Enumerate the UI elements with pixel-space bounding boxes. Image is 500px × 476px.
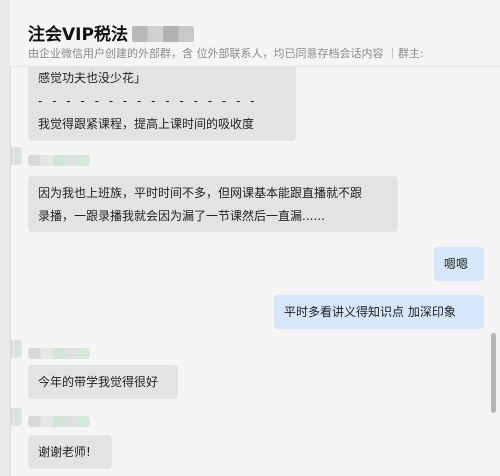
sender-avatar-redacted <box>10 408 22 426</box>
group-subtitle: 由企业微信用户创建的外部群，含 位外部联系人，均已同意存档会话内容 ｜群主: <box>28 45 424 61</box>
message-line: 录播，一跟录播我就会因为漏了一节课然后一直漏...... <box>38 209 325 223</box>
sender-name-redacted <box>28 155 90 166</box>
message-line: 今年的带学我觉得很好 <box>38 375 159 389</box>
redacted-title-suffix <box>131 26 194 42</box>
message-line: - - - - - - - - - - - - - - - - <box>38 94 258 108</box>
message-bubble[interactable]: 嗯嗯 <box>434 247 484 281</box>
message-line: 因为我也上班族，平时时间不多，但网课基本能跟直播就不跟 <box>38 186 363 200</box>
message-line: 平时多看讲义得知识点 加深印象 <box>284 305 456 319</box>
sender-avatar-redacted <box>10 147 22 165</box>
message-bubble[interactable]: 谢谢老师! <box>28 435 112 469</box>
scrollbar-thumb[interactable] <box>491 333 496 413</box>
message-line: 我觉得跟紧课程，提高上课时间的吸收度 <box>38 117 255 131</box>
sender-avatar-redacted <box>10 340 22 358</box>
message-bubble[interactable]: 平时多看讲义得知识点 加深印象 <box>274 295 484 329</box>
scrollbar-track[interactable] <box>490 67 496 476</box>
sender-name-redacted <box>28 416 90 427</box>
message-bubble[interactable]: 因为我也上班族，平时时间不多，但网课基本能跟直播就不跟 录播，一跟录播我就会因为… <box>28 176 398 232</box>
message-line: 感觉功夫也没少花」 <box>38 71 147 85</box>
message-line: 谢谢老师! <box>38 445 91 459</box>
chat-header: 注会VIP税法 由企业微信用户创建的外部群，含 位外部联系人，均已同意存档会话内… <box>10 0 500 67</box>
message-bubble[interactable]: 今年的带学我觉得很好 <box>28 365 178 399</box>
message-line: 嗯嗯 <box>444 257 469 271</box>
group-title-text: 注会VIP税法 <box>28 25 128 45</box>
group-title: 注会VIP税法 <box>28 20 194 45</box>
group-subtitle-text: 由企业微信用户创建的外部群，含 位外部联系人，均已同意存档会话内容 ｜群主: <box>28 47 424 60</box>
sender-name-redacted <box>28 348 90 359</box>
message-bubble[interactable]: 感觉功夫也没少花」 - - - - - - - - - - - - - - - … <box>28 67 296 141</box>
message-list[interactable]: 感觉功夫也没少花」 - - - - - - - - - - - - - - - … <box>10 67 500 476</box>
